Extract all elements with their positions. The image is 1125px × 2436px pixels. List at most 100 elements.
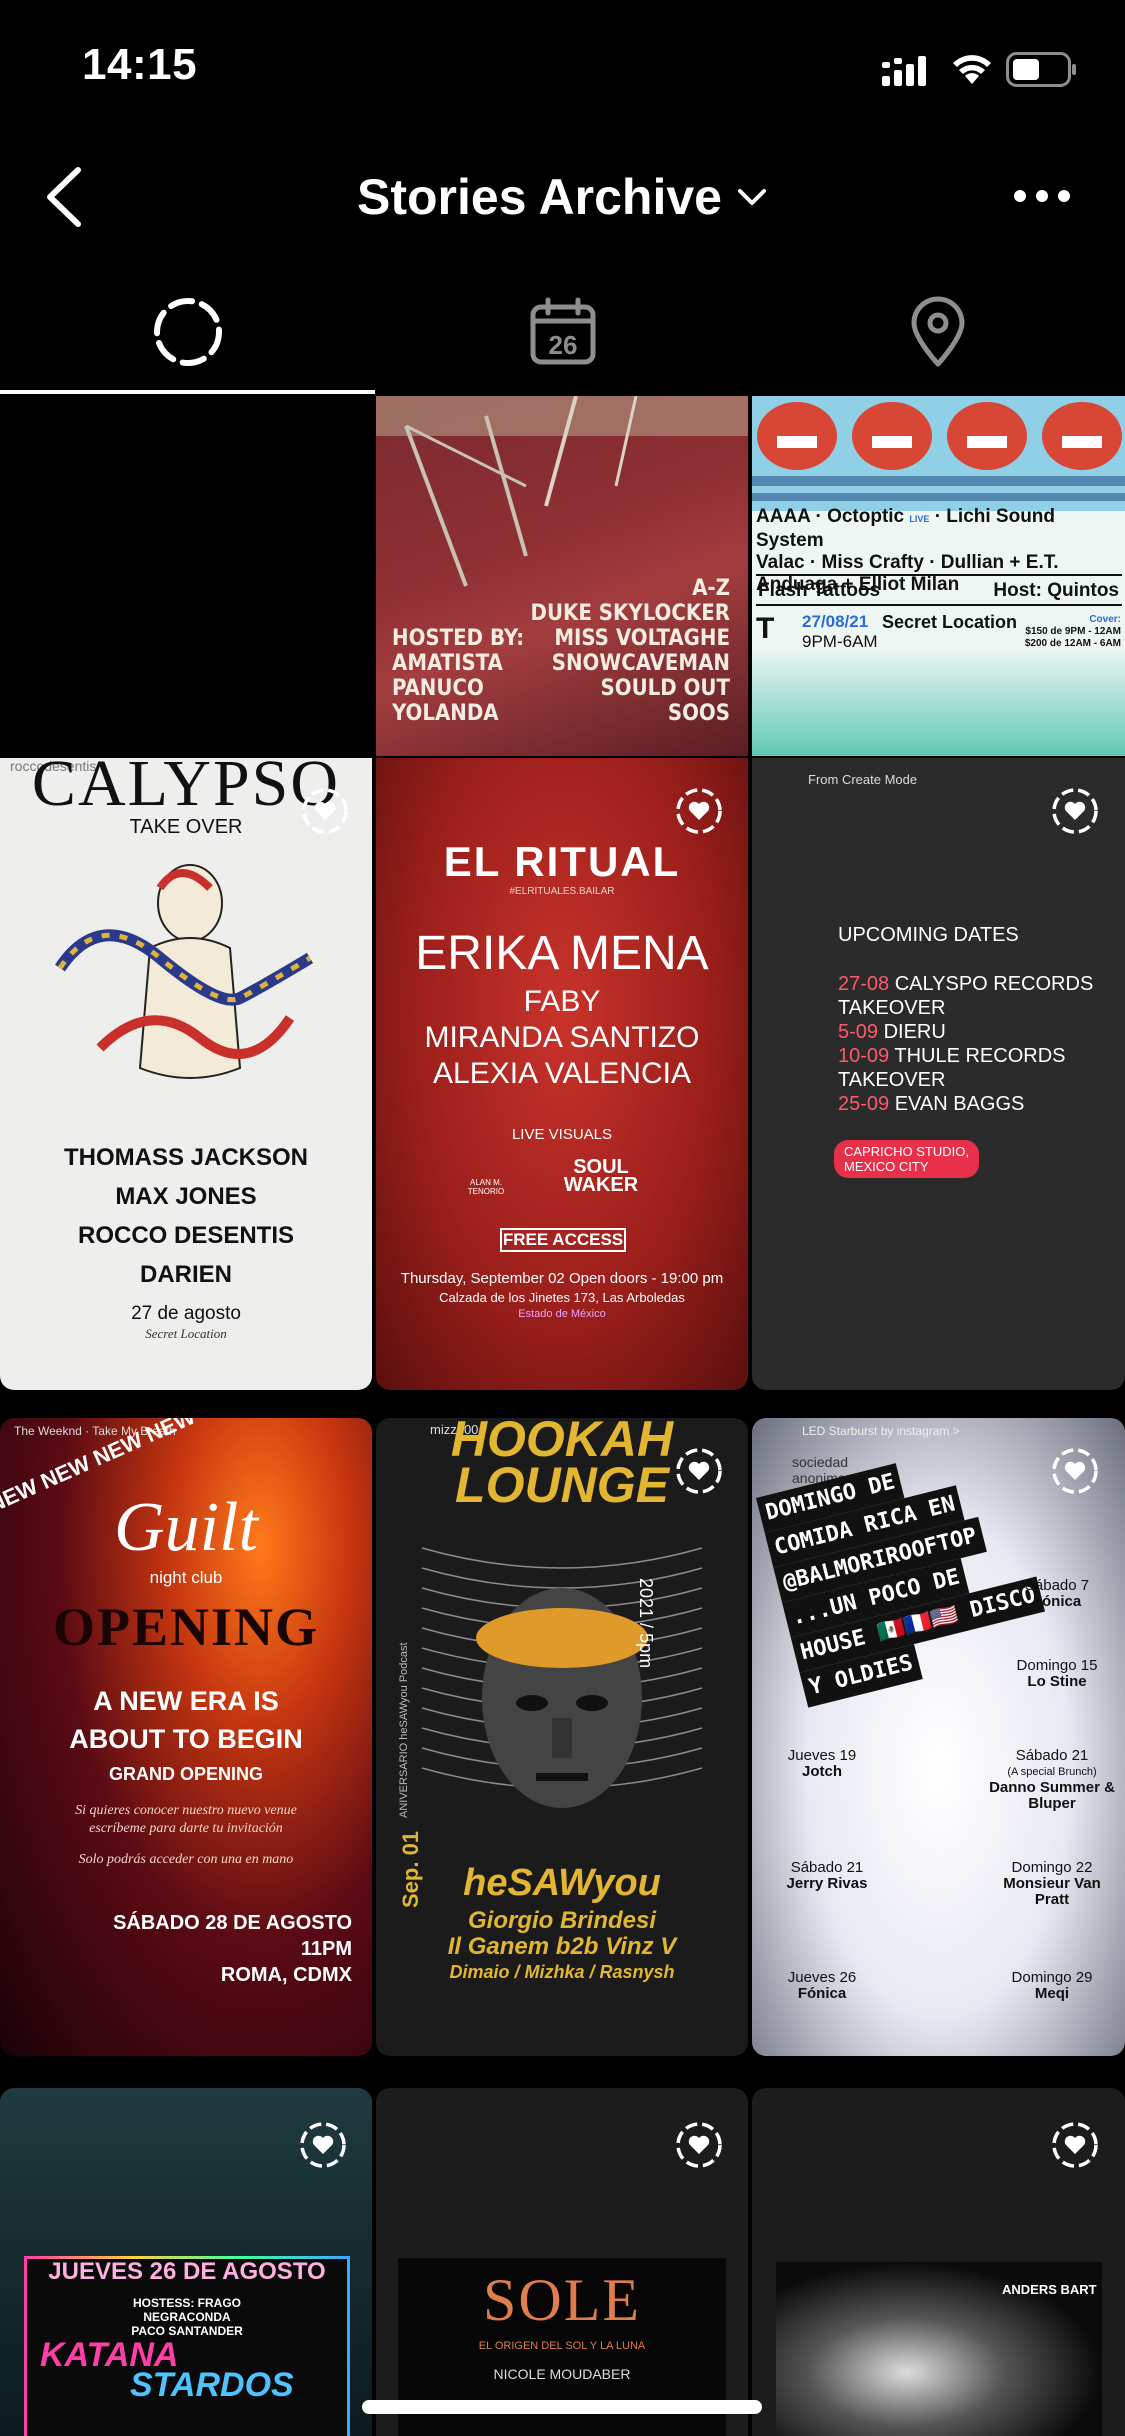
event-date: JUEVES 26 DE AGOSTO: [48, 2258, 326, 2285]
artist-name: Fónica: [797, 1985, 847, 2002]
brand-title: SOLE: [483, 2267, 641, 2333]
event-city: ROMA, CDMX: [220, 1964, 352, 1986]
story-thumbnail[interactable]: From Create Mode UPCOMING DATES 27-08 CA…: [752, 758, 1125, 1390]
tab-calendar[interactable]: 26: [375, 270, 750, 394]
story-thumbnail[interactable]: EL RITUAL #ELRITUALES.BAILAR ERIKA MENA …: [376, 758, 748, 1390]
free-access-badge: FREE ACCESS: [500, 1228, 626, 1252]
event-name: TAKEOVER: [838, 997, 946, 1019]
chair-graphic: [376, 396, 748, 587]
upcoming-heading: UPCOMING DATES: [838, 924, 1019, 946]
story-thumbnail[interactable]: ANDERS BART: [752, 2088, 1125, 2436]
live-visuals-label: LIVE VISUALS: [511, 1126, 613, 1143]
event-name: TAKEOVER: [838, 1069, 946, 1091]
date-label: Jueves 26: [787, 1969, 857, 1986]
tagline: A NEW ERA IS: [93, 1686, 279, 1716]
artist-name: MIRANDA SANTIZO: [424, 1021, 700, 1054]
story-thumbnail[interactable]: The Weeknd · Take My Breath NEW NEW NEW …: [0, 1418, 372, 2056]
story-thumbnail[interactable]: AAAA · Octoptic LIVE · Lichi Sound Syste…: [752, 396, 1125, 756]
story-highlight-heart-icon[interactable]: [674, 786, 724, 836]
artist-name: Monsieur Van Pratt: [1003, 1875, 1101, 1908]
brand-subtitle: EL ORIGEN DEL SOL Y LA LUNA: [478, 2340, 646, 2352]
title-dropdown[interactable]: Stories Archive: [0, 168, 1125, 226]
price-line: $150 de 9PM - 12AM: [1025, 626, 1121, 637]
battery-icon: [1006, 52, 1076, 87]
artist-name: THOMASS JACKSON: [63, 1144, 309, 1171]
lineup-line: MISS VOLTAGHE: [554, 626, 730, 651]
nav-header: Stories Archive: [0, 150, 1125, 250]
event-name: EVAN BAGGS: [894, 1093, 1025, 1115]
event-time: 9PM-6AM: [802, 632, 878, 651]
artist-name: Jerry Rivas: [786, 1875, 868, 1892]
artist-name: Meqi: [1034, 1985, 1070, 2002]
tagline: ABOUT TO BEGIN: [69, 1724, 303, 1754]
status-bar: 14:15: [0, 0, 1125, 140]
story-highlight-heart-icon[interactable]: [298, 2120, 348, 2170]
home-indicator[interactable]: [362, 2400, 762, 2414]
artist-name: NICOLE MOUDABER: [493, 2366, 631, 2382]
invite-text: Solo podrás acceder con una en mano: [78, 1852, 294, 1867]
brand-title: EL RITUAL: [443, 838, 681, 885]
event-date: 27 de agosto: [131, 1303, 241, 1324]
story-thumbnail[interactable]: A-Z DUKE SKYLOCKER MISS VOLTAGHE SNOWCAV…: [376, 396, 748, 756]
host-line: NEGRACONDA: [143, 2310, 231, 2324]
date-label: Sábado 7: [1024, 1577, 1090, 1594]
brand-subtitle: night club: [149, 1568, 223, 1587]
artist-name: ANDERS BART: [1002, 2282, 1097, 2297]
event-time: 11PM: [300, 1938, 352, 1960]
artist-name: DARIEN: [139, 1261, 232, 1288]
headliner: ERIKA MENA: [415, 927, 709, 980]
artists-line: Valac · Miss Crafty · Dullian + E.T.: [756, 552, 1059, 573]
artist-name: Dimaio / Mizhka / Rasnysh: [449, 1962, 675, 1982]
lineup-line: A-Z: [692, 576, 730, 601]
date-note: (A special Brunch): [1007, 1766, 1097, 1778]
opening-title: OPENING: [52, 1597, 320, 1657]
host-name: AMATISTA: [392, 651, 503, 676]
event-name: THULE RECORDS: [894, 1045, 1066, 1067]
cover-label: Cover:: [1089, 614, 1121, 625]
story-highlight-heart-icon[interactable]: [300, 786, 350, 836]
cellular-signal-icon: [882, 56, 926, 86]
story-thumbnail[interactable]: SOLE EL ORIGEN DEL SOL Y LA LUNA NICOLE …: [376, 2088, 748, 2436]
story-highlight-heart-icon[interactable]: [674, 2120, 724, 2170]
artist-name: ALEXIA VALENCIA: [433, 1057, 691, 1090]
artist-name: Jotch: [801, 1763, 842, 1780]
location-pin-icon: [911, 296, 964, 367]
story-thumbnail[interactable]: mizzh00 HOOKAH LOUNGE 2021 / 5pm Sep. 01…: [376, 1418, 748, 2056]
side-caption: ANIVERSARIO heSAWyou Podcast: [398, 1642, 410, 1818]
story-highlight-heart-icon[interactable]: [1050, 2120, 1100, 2170]
visual-artist: ALAN M. TENORIO: [467, 1178, 505, 1196]
lineup-line: SOOS: [667, 701, 730, 726]
stories-circle-icon: [153, 298, 222, 366]
host-line: HOSTESS: FRAGO: [132, 2296, 241, 2310]
price-line: $200 de 12AM - 6AM: [1024, 638, 1121, 649]
event-where: Calzada de los Jinetes 173, Las Arboleda…: [439, 1290, 685, 1305]
story-highlight-heart-icon[interactable]: [1050, 1446, 1100, 1496]
story-highlight-heart-icon[interactable]: [1050, 786, 1100, 836]
event-name: DIERU: [883, 1021, 946, 1043]
date-red: 10-09: [838, 1045, 890, 1067]
event-date: SÁBADO 28 DE AGOSTO: [113, 1912, 352, 1934]
host-label: Host: Quintos: [993, 580, 1119, 601]
tab-location[interactable]: [750, 270, 1125, 394]
artist-name: Danno Summer & Bluper: [989, 1779, 1115, 1812]
date-label: Domingo 29: [1011, 1969, 1093, 1986]
face-sculpture-graphic: [421, 1547, 703, 1808]
story-thumbnail[interactable]: JUEVES 26 DE AGOSTO HOSTESS: FRAGO NEGRA…: [0, 2088, 372, 2436]
date-label: Sábado 21: [1015, 1747, 1089, 1764]
host-name: YOLANDA: [392, 701, 499, 726]
live-badge: LIVE: [909, 514, 930, 524]
t-logo: T: [756, 612, 775, 645]
story-music: LED Starburst by instagram >: [802, 1424, 960, 1438]
story-thumbnail[interactable]: LED Starburst by instagram > sociedad an…: [752, 1418, 1125, 2056]
event-location: Secret Location: [882, 612, 1018, 632]
artist-name: Giorgio Brindesi: [467, 1907, 656, 1934]
date-red: 27-08: [838, 973, 890, 995]
brand-hashtag: #ELRITUALES.BAILAR: [509, 886, 615, 897]
story-thumbnail[interactable]: roccodesentis CALYPSO TAKE OVER THOMASS …: [0, 758, 372, 1390]
story-highlight-heart-icon[interactable]: [674, 1446, 724, 1496]
event-date: 27/08/21: [802, 612, 869, 631]
artist-name: ROCCO DESENTIS: [77, 1222, 295, 1249]
more-options-icon[interactable]: [1010, 176, 1074, 216]
tab-stories[interactable]: [0, 270, 375, 394]
visual-artist: SOUL WAKER: [563, 1156, 639, 1196]
